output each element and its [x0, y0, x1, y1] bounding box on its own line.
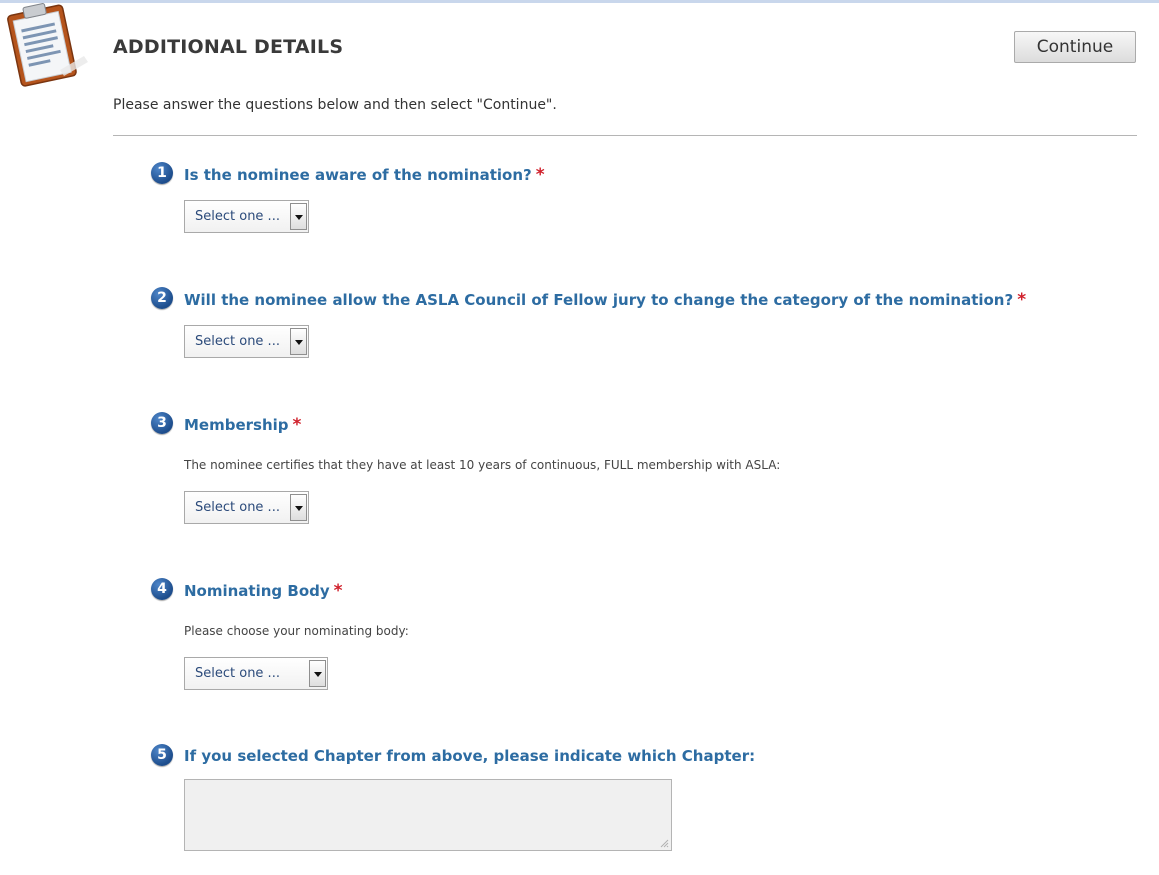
- question-2-text: Will the nominee allow the ASLA Council …: [184, 291, 1014, 309]
- question-4-description: Please choose your nominating body:: [184, 624, 409, 638]
- question-3-text: Membership: [184, 416, 289, 434]
- intro-text: Please answer the questions below and th…: [113, 97, 557, 113]
- question-4-text: Nominating Body: [184, 582, 330, 600]
- question-4-number-icon: 4: [151, 578, 173, 600]
- chapter-textarea[interactable]: [184, 779, 672, 851]
- question-4-label: Nominating Body *: [184, 581, 343, 601]
- page-title: ADDITIONAL DETAILS: [113, 36, 344, 58]
- question-1-label: Is the nominee aware of the nomination? *: [184, 165, 545, 185]
- question-4-select[interactable]: Select one ...: [184, 657, 328, 690]
- required-star: *: [292, 415, 302, 435]
- question-3-select-value: Select one ...: [195, 500, 280, 515]
- question-2-select-value: Select one ...: [195, 334, 280, 349]
- question-1-select-value: Select one ...: [195, 209, 280, 224]
- question-2-select[interactable]: Select one ...: [184, 325, 309, 358]
- top-accent-bar: [0, 0, 1159, 3]
- question-2-label: Will the nominee allow the ASLA Council …: [184, 290, 1026, 310]
- question-1-number-icon: 1: [151, 162, 173, 184]
- header-divider: [113, 135, 1137, 136]
- resize-grip-icon[interactable]: [659, 838, 669, 848]
- question-5-number-icon: 5: [151, 744, 173, 766]
- question-3-select[interactable]: Select one ...: [184, 491, 309, 524]
- question-1-text: Is the nominee aware of the nomination?: [184, 166, 532, 184]
- chevron-down-icon[interactable]: [290, 328, 307, 355]
- question-3-label: Membership *: [184, 415, 301, 435]
- question-5-label: If you selected Chapter from above, plea…: [184, 747, 755, 765]
- continue-button[interactable]: Continue: [1014, 31, 1136, 63]
- question-3-description: The nominee certifies that they have at …: [184, 458, 781, 472]
- clipboard-icon: [7, 3, 88, 87]
- chevron-down-icon[interactable]: [290, 494, 307, 521]
- question-3-number-icon: 3: [151, 412, 173, 434]
- chevron-down-icon[interactable]: [290, 203, 307, 230]
- question-1-select[interactable]: Select one ...: [184, 200, 309, 233]
- question-2-number-icon: 2: [151, 287, 173, 309]
- chevron-down-icon[interactable]: [309, 660, 326, 687]
- question-4-select-value: Select one ...: [195, 666, 280, 681]
- required-star: *: [1017, 290, 1027, 310]
- required-star: *: [535, 165, 545, 185]
- question-5-text: If you selected Chapter from above, plea…: [184, 747, 756, 765]
- required-star: *: [333, 581, 343, 601]
